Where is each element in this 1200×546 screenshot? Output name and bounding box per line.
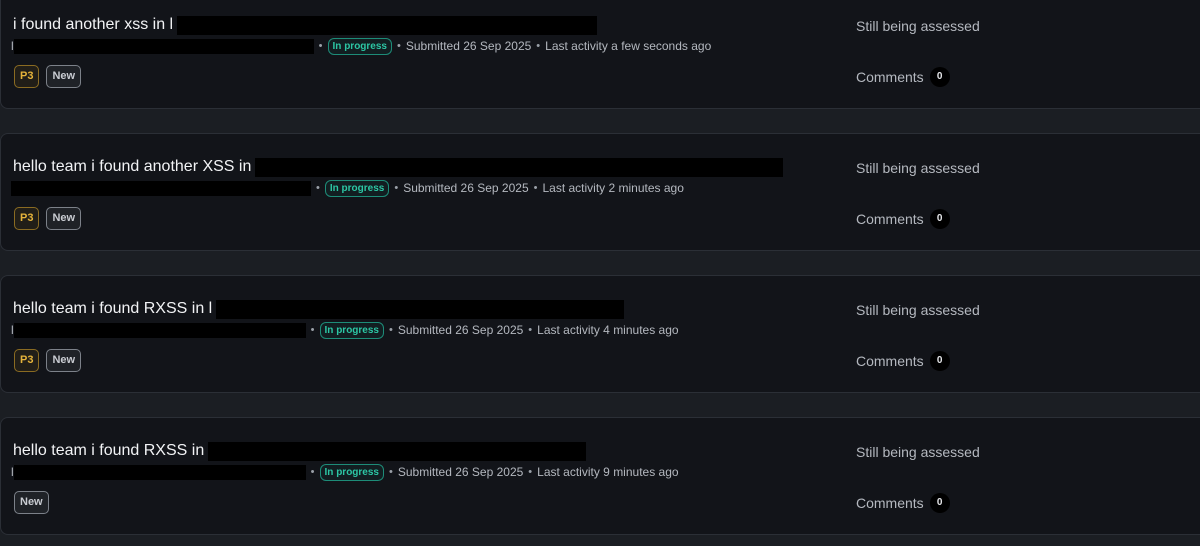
tags-row: P3 New xyxy=(14,207,82,230)
priority-badge: P3 xyxy=(14,207,40,230)
report-title[interactable]: i found another xss in l xyxy=(13,14,173,36)
separator-dot: • xyxy=(528,466,533,478)
redacted-program-block xyxy=(11,180,311,196)
submitted-date: Submitted 26 Sep 2025 xyxy=(397,323,524,337)
assessment-status: Still being assessed xyxy=(856,18,980,34)
submitted-date: Submitted 26 Sep 2025 xyxy=(405,39,532,53)
report-title[interactable]: hello team i found another XSS in xyxy=(13,156,251,178)
separator-dot: • xyxy=(310,466,315,478)
redacted-program-block xyxy=(13,322,306,338)
separator-dot: • xyxy=(318,40,323,52)
separator-dot: • xyxy=(389,466,393,478)
report-meta-row: • In progress • Submitted 26 Sep 2025 • … xyxy=(11,179,684,197)
tags-row: P3 New xyxy=(14,349,82,372)
comments-link[interactable]: Comments 0 xyxy=(856,209,950,229)
report-card[interactable]: hello team i found RXSS in l • In progre… xyxy=(0,417,1200,535)
comments-label: Comments xyxy=(856,495,924,511)
status-badge: In progress xyxy=(319,321,384,339)
comments-count-badge: 0 xyxy=(929,351,950,371)
separator-dot: • xyxy=(316,182,320,194)
redacted-title-block xyxy=(216,299,625,319)
separator-dot: • xyxy=(536,40,541,52)
status-badge: In progress xyxy=(324,179,390,197)
last-activity: Last activity a few seconds ago xyxy=(545,39,712,53)
report-title[interactable]: hello team i found RXSS in xyxy=(13,440,204,462)
state-badge: New xyxy=(46,65,82,88)
comments-count-badge: 0 xyxy=(929,493,950,513)
separator-dot: • xyxy=(389,324,393,336)
report-list: i found another xss in l l • In progress… xyxy=(0,0,1200,546)
tags-row: P3 New xyxy=(14,65,82,88)
report-card[interactable]: i found another xss in l l • In progress… xyxy=(0,0,1200,109)
comments-link[interactable]: Comments 0 xyxy=(856,67,950,87)
report-meta-row: l • In progress • Submitted 26 Sep 2025 … xyxy=(11,463,679,481)
last-activity: Last activity 4 minutes ago xyxy=(537,323,679,337)
report-card[interactable]: hello team i found another XSS in • In p… xyxy=(0,133,1200,251)
separator-dot: • xyxy=(397,40,401,52)
redacted-title-block xyxy=(208,441,587,461)
report-title-row[interactable]: hello team i found another XSS in xyxy=(13,156,784,178)
comments-count-badge: 0 xyxy=(929,209,950,229)
assessment-status: Still being assessed xyxy=(856,302,980,318)
redacted-title-block xyxy=(255,157,784,177)
report-card[interactable]: hello team i found RXSS in l l • In prog… xyxy=(0,275,1200,393)
report-title-row[interactable]: hello team i found RXSS in l xyxy=(13,298,625,320)
submitted-date: Submitted 26 Sep 2025 xyxy=(403,181,529,195)
comments-label: Comments xyxy=(856,69,924,85)
comments-count-badge: 0 xyxy=(929,67,950,87)
redacted-title-block xyxy=(177,15,598,35)
separator-dot: • xyxy=(533,182,538,194)
priority-badge: P3 xyxy=(14,65,40,88)
separator-dot: • xyxy=(310,324,315,336)
report-title[interactable]: hello team i found RXSS in l xyxy=(13,298,212,320)
report-title-row[interactable]: hello team i found RXSS in xyxy=(13,440,587,462)
status-badge: In progress xyxy=(327,37,392,55)
assessment-status: Still being assessed xyxy=(856,160,980,176)
last-activity: Last activity 2 minutes ago xyxy=(542,181,684,195)
report-meta-row: l • In progress • Submitted 26 Sep 2025 … xyxy=(11,37,711,55)
comments-label: Comments xyxy=(856,211,924,227)
comments-label: Comments xyxy=(856,353,924,369)
state-badge: New xyxy=(46,207,82,230)
state-badge: New xyxy=(14,491,49,514)
last-activity: Last activity 9 minutes ago xyxy=(537,465,679,479)
comments-link[interactable]: Comments 0 xyxy=(856,493,950,513)
separator-dot: • xyxy=(528,324,533,336)
submitted-date: Submitted 26 Sep 2025 xyxy=(397,465,524,479)
status-badge: In progress xyxy=(319,463,384,481)
report-title-row[interactable]: i found another xss in l xyxy=(13,14,598,36)
redacted-program-block xyxy=(13,464,306,480)
assessment-status: Still being assessed xyxy=(856,444,980,460)
report-meta-row: l • In progress • Submitted 26 Sep 2025 … xyxy=(11,321,679,339)
tags-row: New xyxy=(14,491,49,514)
state-badge: New xyxy=(46,349,82,372)
redacted-program-block xyxy=(13,38,314,54)
priority-badge: P3 xyxy=(14,349,40,372)
comments-link[interactable]: Comments 0 xyxy=(856,351,950,371)
separator-dot: • xyxy=(394,182,399,194)
